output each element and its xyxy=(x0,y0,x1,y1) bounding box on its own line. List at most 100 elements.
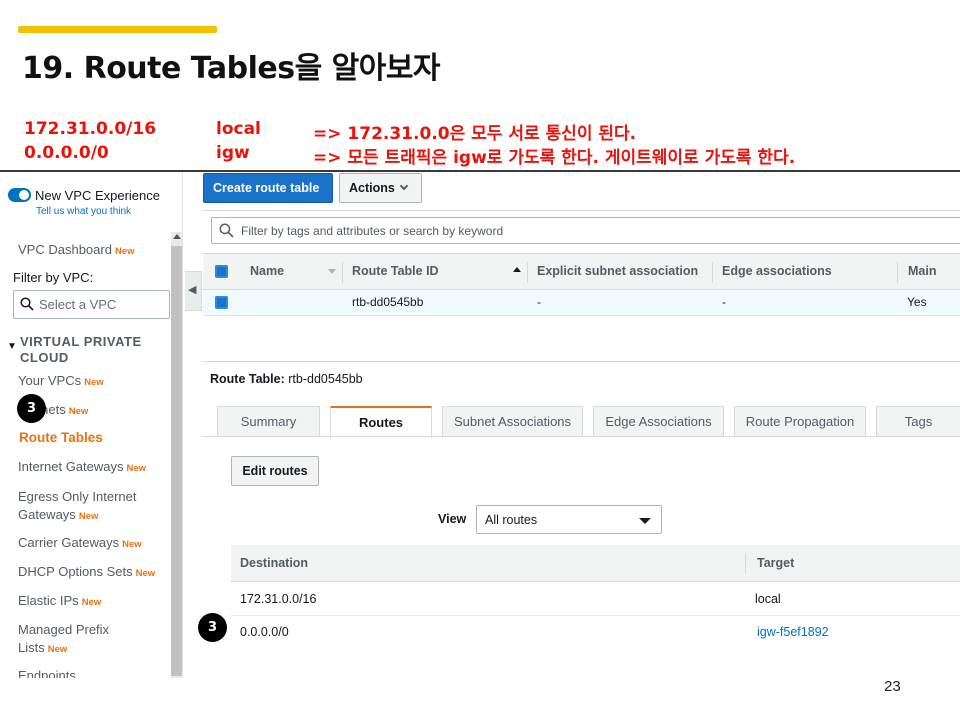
edit-routes-button[interactable]: Edit routes xyxy=(231,456,319,486)
sidebar-item-vpc-dashboard[interactable]: VPC Dashboard New xyxy=(18,242,135,257)
sidebar-scrollbar[interactable] xyxy=(171,232,182,678)
route-destination: 172.31.0.0/16 xyxy=(240,592,317,606)
step-badge: 3 xyxy=(198,613,227,642)
view-label: View xyxy=(438,512,467,526)
feedback-link[interactable]: Tell us what you think xyxy=(36,206,131,217)
tab-route-propagation[interactable]: Route Propagation xyxy=(734,406,866,437)
slide-title: 19. Route Tables을 알아보자 xyxy=(22,51,441,86)
row-edge-association: - xyxy=(722,295,726,309)
tabs-underline xyxy=(203,436,960,437)
column-separator xyxy=(712,262,713,283)
sidebar-item-internet-gateways[interactable]: Internet Gateways New xyxy=(18,459,146,474)
route-tables-header: Name Route Table ID Explicit subnet asso… xyxy=(203,253,960,290)
dropdown-arrow-icon xyxy=(639,518,651,524)
row-explicit-association: - xyxy=(537,295,541,309)
sidebar-item-label: Your VPCs xyxy=(18,373,82,388)
vpc-filter-select[interactable]: Select a VPC xyxy=(13,290,170,319)
note-desc-1: => 172.31.0.0은 모두 서로 통신이 된다. xyxy=(313,124,637,144)
search-icon xyxy=(20,297,34,311)
tab-edge-associations[interactable]: Edge Associations xyxy=(593,406,724,437)
new-badge: New xyxy=(122,539,142,550)
column-separator xyxy=(342,262,343,283)
sidebar-item-egress-only-internet-gateways[interactable]: Egress Only Internet Gateways New xyxy=(18,488,168,526)
new-badge: New xyxy=(114,246,135,257)
scrollbar-thumb[interactable] xyxy=(171,246,182,676)
scroll-up-icon[interactable] xyxy=(173,234,181,239)
new-vpc-toggle[interactable] xyxy=(8,188,31,202)
actions-dropdown-button[interactable]: Actions xyxy=(339,173,422,203)
column-route-table-id[interactable]: Route Table ID xyxy=(352,264,439,278)
sidebar-item-your-vpcs[interactable]: Your VPCs New xyxy=(18,373,104,388)
detail-title: Route Table: rtb-dd0545bb xyxy=(210,372,363,386)
step-badge: 3 xyxy=(17,394,46,423)
title-accent-bar xyxy=(18,26,217,33)
route-table-search-input[interactable]: Filter by tags and attributes or search … xyxy=(211,217,960,244)
new-vpc-experience-label: New VPC Experience xyxy=(35,188,160,203)
table-row[interactable]: rtb-dd0545bb - - Yes xyxy=(203,290,960,316)
new-badge: New xyxy=(68,406,89,417)
column-explicit-subnet-association[interactable]: Explicit subnet association xyxy=(537,264,703,278)
route-row: 172.31.0.0/16 local xyxy=(231,583,960,616)
new-badge: New xyxy=(84,377,104,388)
detail-label: Route Table: xyxy=(210,372,285,386)
sort-icon[interactable] xyxy=(328,269,336,274)
sidebar-item-label: DHCP Options Sets xyxy=(18,564,133,579)
row-checkbox[interactable] xyxy=(215,296,228,309)
new-badge: New xyxy=(126,463,147,474)
detail-divider xyxy=(203,361,960,362)
new-badge: New xyxy=(78,511,99,522)
row-main: Yes xyxy=(907,295,927,309)
sidebar-item-label: VPC Dashboard xyxy=(18,242,112,257)
sidebar-item-managed-prefix-lists[interactable]: Managed Prefix Lists New xyxy=(18,621,138,659)
detail-route-table-id: rtb-dd0545bb xyxy=(288,372,363,386)
note-cidr-1: 172.31.0.0/16 xyxy=(24,119,157,139)
note-target-1: local xyxy=(216,119,261,139)
tab-routes[interactable]: Routes xyxy=(330,406,432,438)
filter-by-vpc-label: Filter by VPC: xyxy=(13,270,94,285)
sidebar-item-label: Elastic IPs xyxy=(18,593,79,608)
sidebar-item-label: Egress Only Internet Gateways xyxy=(18,489,137,522)
tab-summary[interactable]: Summary xyxy=(217,406,320,437)
search-placeholder: Filter by tags and attributes or search … xyxy=(241,224,504,238)
toolbar-divider xyxy=(203,210,960,211)
vpc-filter-placeholder: Select a VPC xyxy=(39,297,117,312)
sidebar-item-label: Internet Gateways xyxy=(18,459,124,474)
column-main[interactable]: Main xyxy=(908,264,936,278)
routes-table-header: Destination Target xyxy=(231,545,960,582)
view-select-value: All routes xyxy=(485,513,538,527)
chevron-down-icon xyxy=(399,181,409,191)
column-destination: Destination xyxy=(240,556,309,570)
collapse-sidebar-button[interactable]: ◀ xyxy=(185,271,202,311)
sidebar-item-route-tables[interactable]: Route Tables xyxy=(19,430,103,445)
tab-subnet-associations[interactable]: Subnet Associations xyxy=(442,406,583,437)
sidebar-item-carrier-gateways[interactable]: Carrier Gateways New xyxy=(18,535,142,550)
sidebar-item-elastic-ips[interactable]: Elastic IPs New xyxy=(18,593,101,608)
column-separator xyxy=(527,262,528,283)
note-cidr-2: 0.0.0.0/0 xyxy=(24,143,109,163)
sidebar-item-endpoints[interactable]: Endpoints xyxy=(18,668,76,678)
page-number: 23 xyxy=(884,678,901,695)
search-icon xyxy=(219,223,234,238)
select-all-checkbox[interactable] xyxy=(215,265,228,278)
actions-label: Actions xyxy=(349,181,395,195)
collapse-caret-icon[interactable]: ▼ xyxy=(7,341,17,352)
column-edge-associations[interactable]: Edge associations xyxy=(722,264,832,278)
view-routes-select[interactable]: All routes xyxy=(476,505,662,534)
new-badge: New xyxy=(135,568,156,579)
column-separator xyxy=(897,262,898,283)
new-badge: New xyxy=(81,597,102,608)
column-name[interactable]: Name xyxy=(250,264,284,278)
route-row: 0.0.0.0/0 igw-f5ef1892 xyxy=(231,616,960,649)
sort-ascending-icon[interactable] xyxy=(513,267,521,272)
new-badge: New xyxy=(47,644,68,655)
note-desc-2: => 모든 트래픽은 igw로 가도록 한다. 게이트웨이로 가도록 한다. xyxy=(313,148,796,168)
column-target: Target xyxy=(757,556,795,570)
route-target-igw-link[interactable]: igw-f5ef1892 xyxy=(757,625,829,639)
route-target: local xyxy=(755,592,781,606)
tab-tags[interactable]: Tags xyxy=(876,406,960,437)
sidebar-item-label: Carrier Gateways xyxy=(18,535,120,550)
column-separator xyxy=(745,553,746,574)
sidebar-item-dhcp-options-sets[interactable]: DHCP Options Sets New xyxy=(18,564,155,579)
create-route-table-button[interactable]: Create route table xyxy=(203,173,333,203)
sidebar-section-title: VIRTUAL PRIVATE CLOUD xyxy=(20,334,142,365)
